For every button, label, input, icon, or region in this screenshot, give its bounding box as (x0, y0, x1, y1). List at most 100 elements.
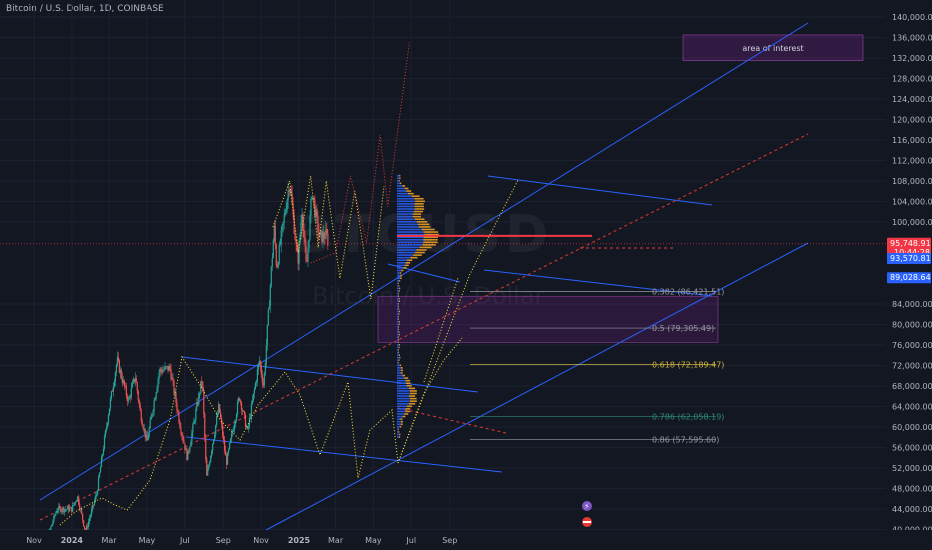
candle-body (120, 369, 122, 379)
volume-bar-orange (398, 308, 400, 310)
volume-bar-orange (419, 246, 432, 249)
candle-body (305, 245, 307, 262)
volume-bar-blue (397, 354, 399, 356)
volume-bar-orange (398, 431, 400, 433)
volume-bar-orange (407, 192, 414, 195)
volume-bar-blue (397, 356, 400, 359)
candle-body (225, 450, 227, 456)
volume-bar-blue (397, 241, 424, 244)
volume-bar-blue (397, 174, 400, 177)
candle-body (88, 518, 91, 522)
volume-bar-orange (401, 269, 404, 272)
candle-body (115, 364, 118, 373)
volume-bar-blue (397, 285, 399, 287)
y-tick-label: 136,000.00 (892, 34, 932, 43)
candle-body (149, 419, 151, 429)
volume-bar-orange (403, 267, 407, 269)
candle-body (107, 415, 110, 423)
candle-body (269, 285, 271, 306)
candle-body (100, 456, 103, 467)
volume-bar-orange (406, 259, 413, 262)
volume-bar-blue (397, 377, 405, 379)
volume-bar-blue (397, 246, 420, 249)
candle-body (182, 435, 184, 441)
volume-bar-blue (397, 413, 405, 415)
volume-bar-orange (414, 203, 424, 205)
candle-body (54, 515, 56, 516)
volume-bar-blue (397, 213, 413, 215)
volume-bar-blue (397, 359, 399, 361)
candle-body (240, 402, 243, 411)
volume-bar-blue (397, 269, 402, 272)
candle-body (230, 433, 233, 439)
candle-body (272, 240, 274, 258)
volume-bar-blue (397, 223, 419, 226)
candle-body (52, 521, 54, 525)
candle-body (216, 416, 218, 426)
volume-bar-blue (397, 264, 405, 267)
volume-bar-orange (398, 333, 400, 336)
x-tick-label: Jul (405, 536, 416, 545)
volume-bar-orange (414, 208, 425, 210)
candle-body (72, 504, 74, 512)
candle-body (248, 417, 251, 426)
volume-bar-orange (409, 390, 417, 392)
candle-body (103, 436, 106, 449)
candle-body (201, 381, 203, 383)
volume-bar-orange (398, 341, 399, 344)
candle-body (74, 502, 76, 505)
candle-body (153, 400, 155, 411)
y-tick-label: 80,000.00 (892, 321, 932, 330)
volume-bar-blue (397, 310, 399, 313)
candle-body (137, 391, 139, 400)
candle-body (82, 513, 84, 521)
candle-body (259, 361, 261, 367)
demand-zone[interactable] (377, 295, 719, 343)
volume-bar-orange (398, 328, 399, 331)
candle-body (173, 380, 175, 394)
candle-body (203, 390, 205, 414)
volume-bar-orange (398, 300, 400, 303)
candle-body (142, 425, 144, 430)
volume-bar-orange (418, 223, 430, 226)
volume-bar-orange (399, 436, 401, 438)
volume-bar-blue (397, 208, 415, 210)
volume-bar-orange (400, 372, 403, 374)
candle-body (228, 442, 231, 450)
price-chart[interactable]: area of interest 0.382 (86,421.51) 0.5 (7… (0, 0, 932, 550)
y-tick-label: 124,000.00 (892, 95, 932, 104)
candle-body (127, 399, 129, 402)
candle-body (264, 363, 266, 374)
y-tick-label: 56,000.00 (892, 444, 932, 453)
candle-body (290, 189, 292, 194)
dividend-event-icon-glyph: ⚡ (584, 502, 590, 511)
candle-body (205, 437, 207, 460)
volume-bar-blue (397, 351, 399, 354)
grid-layer (0, 0, 886, 530)
x-tick-label: Nov (26, 536, 42, 545)
candle-body (90, 509, 93, 516)
candle-body (263, 373, 265, 386)
candle-body (55, 512, 57, 516)
candle-body (98, 472, 101, 478)
volume-bar-orange (398, 336, 400, 338)
y-tick-label: 52,000.00 (892, 464, 932, 473)
volume-bar-blue (397, 277, 401, 279)
volume-bar-orange (398, 290, 400, 292)
candle-body (254, 383, 256, 390)
volume-bar-blue (397, 341, 399, 344)
candle-body (257, 363, 259, 370)
candle-body (88, 521, 90, 528)
x-axis[interactable]: Nov 2024 Mar May Jul Sep Nov 2025 Mar May Jul Sep (0, 530, 932, 550)
candle-body (109, 398, 112, 409)
candle-body (163, 369, 165, 371)
volume-bar-blue (397, 338, 399, 341)
candle-body (181, 433, 183, 436)
volume-bar-orange (423, 241, 438, 244)
candle-body (110, 391, 113, 399)
candle-body (233, 424, 236, 430)
candle-body (152, 410, 154, 415)
volume-bar-blue (397, 400, 410, 402)
candle-body (138, 399, 140, 405)
candle-body (226, 452, 229, 465)
